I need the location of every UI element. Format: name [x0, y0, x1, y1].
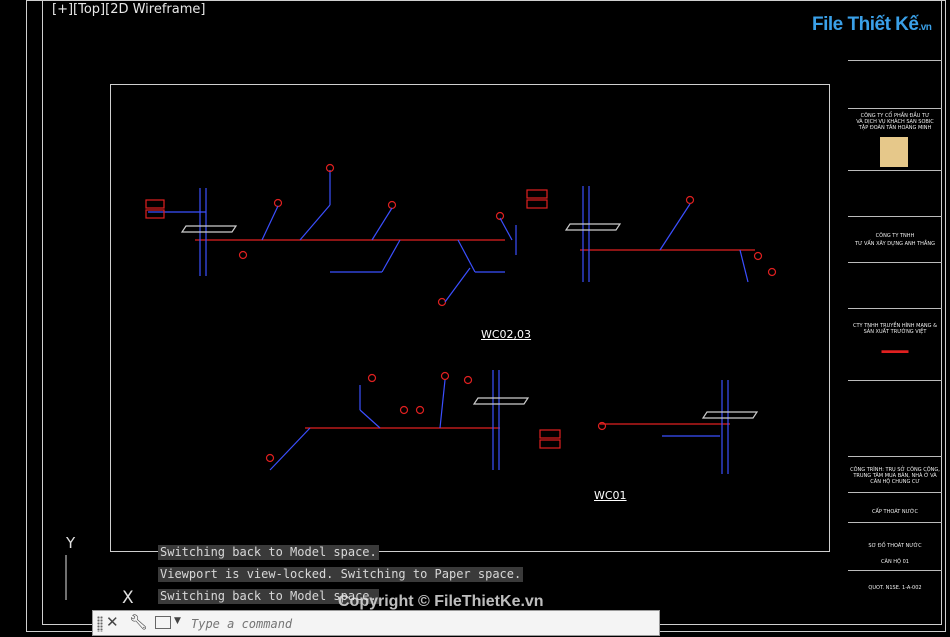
owner-line-3: TẬP ĐOÀN TÂN HOÀNG MINH — [858, 125, 932, 131]
riser-group-wc02-right — [526, 186, 777, 283]
partner-section: CTY TNHH TRUYỀN HÌNH MẠNG & SẢN XUẤT TRƯ… — [848, 308, 942, 380]
plumbing-drawing — [65, 163, 777, 600]
title-block: CÔNG TY CỔ PHẦN ĐẦU TƯ VÀ DỊCH VỤ KHÁCH … — [848, 0, 942, 630]
owner-logo-image — [880, 137, 908, 167]
command-history-line: Switching back to Model space. — [158, 545, 379, 560]
signature-section — [848, 380, 942, 456]
riser-group-wc02-left — [145, 163, 517, 307]
drawing-title-section: SƠ ĐỒ THOÁT NƯỚC CĂN HỘ 01 — [848, 522, 942, 570]
command-input[interactable] — [189, 614, 653, 634]
wrench-icon[interactable]: 🔧︎ — [129, 613, 148, 631]
partner-line-2: SẢN XUẤT TRƯỜNG VIỆT — [863, 329, 927, 335]
close-icon[interactable]: ✕ — [106, 613, 119, 631]
ucs-y-label: Y — [66, 534, 76, 552]
command-bar: ✕ 🔧︎ ▼ — [92, 610, 660, 636]
riser-group-wc01-right — [597, 380, 759, 474]
chevron-down-icon[interactable]: ▼ — [174, 616, 181, 626]
drawing-sub-text: CĂN HỘ 01 — [881, 559, 909, 565]
consultant-line-1: CÔNG TY TNHH — [875, 233, 915, 239]
category-section: CẤP THOÁT NƯỚC — [848, 492, 942, 522]
drawing-label-wc01: WC01 — [594, 489, 627, 502]
command-history-line: Viewport is view-locked. Switching to Pa… — [158, 567, 524, 582]
project-line-3: CĂN HỘ CHUNG CƯ — [870, 479, 920, 485]
consultant-line-2: TƯ VẤN XÂY DỰNG ANH THẮNG — [855, 241, 935, 247]
consultant-section: CÔNG TY TNHH TƯ VẤN XÂY DỰNG ANH THẮNG — [848, 216, 942, 262]
partner-logo: ▬▬▬ — [881, 345, 909, 355]
ucs-x-label: X — [122, 588, 134, 608]
designer-section — [848, 262, 942, 308]
revision-table — [848, 60, 942, 108]
category-text: CẤP THOÁT NƯỚC — [872, 509, 918, 515]
command-prompt-icon[interactable] — [155, 616, 171, 629]
ucs-icon — [65, 555, 67, 600]
drawing-label-wc02-03: WC02,03 — [481, 328, 532, 341]
riser-group-wc01-left — [265, 370, 561, 471]
project-section: CÔNG TRÌNH: TRỤ SỞ CÔNG CỘNG, TRUNG TÂM … — [848, 456, 942, 492]
drawing-number-text: QUOT. N1SE. 1-A-002 — [868, 585, 922, 591]
drawing-number-section: QUOT. N1SE. 1-A-002 — [848, 570, 942, 630]
owner-section: CÔNG TY CỔ PHẦN ĐẦU TƯ VÀ DỊCH VỤ KHÁCH … — [848, 108, 942, 170]
approval-section — [848, 170, 942, 216]
drawing-title-text: SƠ ĐỒ THOÁT NƯỚC — [868, 543, 922, 549]
drag-handle-icon[interactable] — [97, 616, 103, 632]
watermark: Copyright © FileThietKe.vn — [338, 593, 544, 610]
